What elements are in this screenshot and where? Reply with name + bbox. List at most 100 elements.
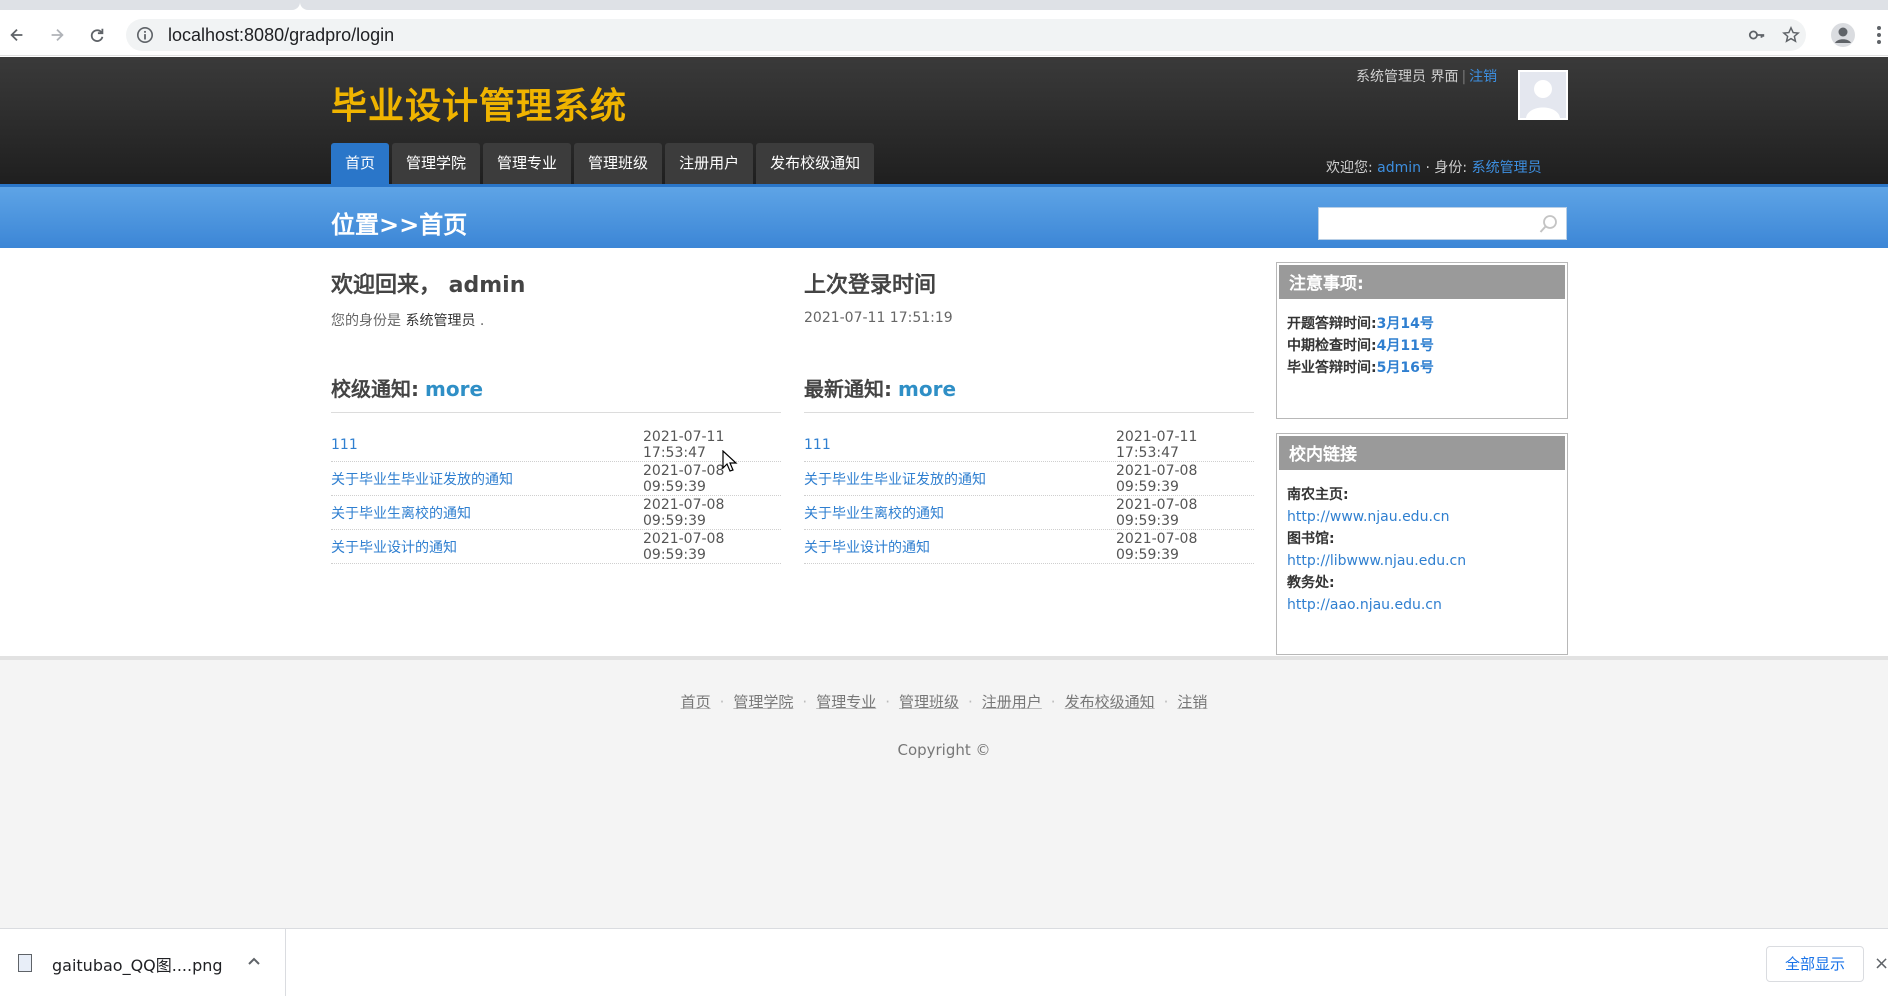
notice-link[interactable]: 111 <box>804 437 831 453</box>
school-notices-more-link[interactable]: more <box>425 377 483 401</box>
nav-publish-notice[interactable]: 发布校级通知 <box>756 143 875 184</box>
latest-notices-more-link[interactable]: more <box>898 377 956 401</box>
notes-panel-title: 注意事项: <box>1277 263 1567 301</box>
download-item[interactable]: gaitubao_QQ图....png <box>0 929 286 996</box>
notice-date: 2021-07-11 17:53:47 <box>1116 428 1198 461</box>
browser-menu-button[interactable] <box>1870 22 1888 48</box>
note-row: 中期检查时间:4月11号 <box>1287 335 1557 357</box>
notice-date: 2021-07-11 17:53:47 <box>643 428 725 461</box>
location-bar: 位置>>首页 <box>0 184 1888 248</box>
notice-date: 2021-07-08 09:59:39 <box>643 462 725 495</box>
welcome-prefix: 欢迎您: <box>1326 160 1373 176</box>
footer-dot: · <box>1163 693 1169 711</box>
welcome-dot: · <box>1425 160 1430 176</box>
footer-dot: · <box>1050 693 1056 711</box>
footer-link-publish[interactable]: 发布校级通知 <box>1065 693 1155 711</box>
forward-arrow-icon <box>51 28 64 42</box>
notice-date: 2021-07-08 09:59:39 <box>1116 530 1198 563</box>
notice-link[interactable]: 关于毕业生毕业证发放的通知 <box>331 469 513 489</box>
link-url[interactable]: http://aao.njau.edu.cn <box>1287 597 1442 613</box>
reload-icon <box>90 28 104 42</box>
key-icon[interactable] <box>1748 26 1766 44</box>
bookmark-star-icon[interactable] <box>1782 26 1800 44</box>
footer-dot: · <box>802 693 808 711</box>
welcome-info: 欢迎您: admin · 身份: 系统管理员 <box>1326 157 1542 177</box>
reload-button[interactable] <box>82 20 112 50</box>
notice-date: 2021-07-08 09:59:39 <box>1116 496 1198 529</box>
footer-link-home[interactable]: 首页 <box>681 693 711 711</box>
link-label-row: 教务处: <box>1287 572 1557 594</box>
note-row: 毕业答辩时间:5月16号 <box>1287 357 1557 379</box>
close-download-bar-icon[interactable]: × <box>1874 953 1888 974</box>
avatar[interactable] <box>1518 70 1568 120</box>
note-value: 5月16号 <box>1376 360 1434 376</box>
user-avatar-icon <box>1520 72 1566 118</box>
link-url[interactable]: http://www.njau.edu.cn <box>1287 509 1449 525</box>
address-bar[interactable]: localhost:8080/gradpro/login <box>126 19 1806 51</box>
tab-strip <box>0 0 1888 14</box>
nav-manage-college[interactable]: 管理学院 <box>392 143 481 184</box>
back-button[interactable] <box>2 20 32 50</box>
footer-dot: · <box>719 693 725 711</box>
tab-strip-right <box>300 0 1888 10</box>
site-title: 毕业设计管理系统 <box>331 86 628 127</box>
download-file-name[interactable]: gaitubao_QQ图....png <box>52 952 223 976</box>
footer-link-register[interactable]: 注册用户 <box>982 693 1042 711</box>
notice-link[interactable]: 关于毕业生离校的通知 <box>804 503 944 523</box>
link-url[interactable]: http://libwww.njau.edu.cn <box>1287 553 1466 569</box>
list-item: 111 2021-07-11 17:53:47 <box>804 428 1254 462</box>
browser-toolbar: localhost:8080/gradpro/login <box>0 14 1888 56</box>
logout-link[interactable]: 注销 <box>1469 69 1497 85</box>
list-item: 关于毕业生毕业证发放的通知 2021-07-08 09:59:39 <box>331 462 781 496</box>
footer-link-college[interactable]: 管理学院 <box>733 693 793 711</box>
site-header: 毕业设计管理系统 系统管理员 界面 | 注销 首页 管理学院 管理专业 管理班级 注… <box>0 57 1888 184</box>
link-label: 教务处: <box>1287 575 1335 591</box>
mouse-cursor-icon <box>722 450 738 472</box>
link-url-row: http://libwww.njau.edu.cn <box>1287 550 1557 572</box>
note-row: 开题答辩时间:3月14号 <box>1287 313 1557 335</box>
footer-link-logout[interactable]: 注销 <box>1177 693 1207 711</box>
search-box <box>1318 207 1567 240</box>
chevron-up-icon[interactable] <box>246 953 262 969</box>
profile-button[interactable] <box>1828 20 1858 50</box>
footer-link-major[interactable]: 管理专业 <box>816 693 876 711</box>
note-label: 中期检查时间: <box>1287 338 1377 354</box>
list-item: 关于毕业生毕业证发放的通知 2021-07-08 09:59:39 <box>804 462 1254 496</box>
notice-link[interactable]: 关于毕业设计的通知 <box>331 537 457 557</box>
nav-home[interactable]: 首页 <box>331 143 390 184</box>
notice-link[interactable]: 关于毕业设计的通知 <box>804 537 930 557</box>
latest-notices-header: 最新通知: more <box>804 373 1254 413</box>
school-notices-title: 校级通知: <box>331 377 419 401</box>
notice-date: 2021-07-08 09:59:39 <box>1116 462 1198 495</box>
list-item: 关于毕业设计的通知 2021-07-08 09:59:39 <box>804 530 1254 564</box>
show-all-button[interactable]: 全部显示 <box>1766 946 1864 982</box>
notice-link[interactable]: 关于毕业生毕业证发放的通知 <box>804 469 986 489</box>
info-icon[interactable] <box>136 26 154 44</box>
forward-button[interactable] <box>42 20 72 50</box>
footer: 首页 · 管理学院 · 管理专业 · 管理班级 · 注册用户 · 发布校级通知 · 注销 Copyrig… <box>0 656 1888 928</box>
welcome-username[interactable]: admin <box>1377 160 1421 176</box>
welcome-role[interactable]: 系统管理员 <box>1472 160 1542 176</box>
last-login-title: 上次登录时间 <box>804 273 937 298</box>
link-label: 南农主页: <box>1287 487 1349 503</box>
campus-links-panel: 校内链接 南农主页: http://www.njau.edu.cn 图书馆: h… <box>1276 433 1568 655</box>
identity-prefix: 您的身份是 <box>331 313 401 329</box>
link-url-row: http://aao.njau.edu.cn <box>1287 594 1557 616</box>
list-item: 关于毕业设计的通知 2021-07-08 09:59:39 <box>331 530 781 564</box>
note-label: 开题答辩时间: <box>1287 316 1377 332</box>
notice-link[interactable]: 111 <box>331 437 358 453</box>
nav-manage-major[interactable]: 管理专业 <box>483 143 572 184</box>
nav-manage-class[interactable]: 管理班级 <box>574 143 663 184</box>
search-icon[interactable] <box>1538 213 1560 235</box>
notes-panel-body: 开题答辩时间:3月14号 中期检查时间:4月11号 毕业答辩时间:5月16号 <box>1277 301 1567 391</box>
search-input[interactable] <box>1325 212 1525 236</box>
footer-link-class[interactable]: 管理班级 <box>899 693 959 711</box>
identity-role: 系统管理员 <box>405 313 476 329</box>
notice-link[interactable]: 关于毕业生离校的通知 <box>331 503 471 523</box>
nav-register-user[interactable]: 注册用户 <box>665 143 754 184</box>
school-notices-header: 校级通知: more <box>331 373 781 413</box>
link-label-row: 图书馆: <box>1287 528 1557 550</box>
campus-links-body: 南农主页: http://www.njau.edu.cn 图书馆: http:/… <box>1277 472 1567 628</box>
url-text[interactable]: localhost:8080/gradpro/login <box>168 25 394 46</box>
back-arrow-icon <box>10 28 23 42</box>
